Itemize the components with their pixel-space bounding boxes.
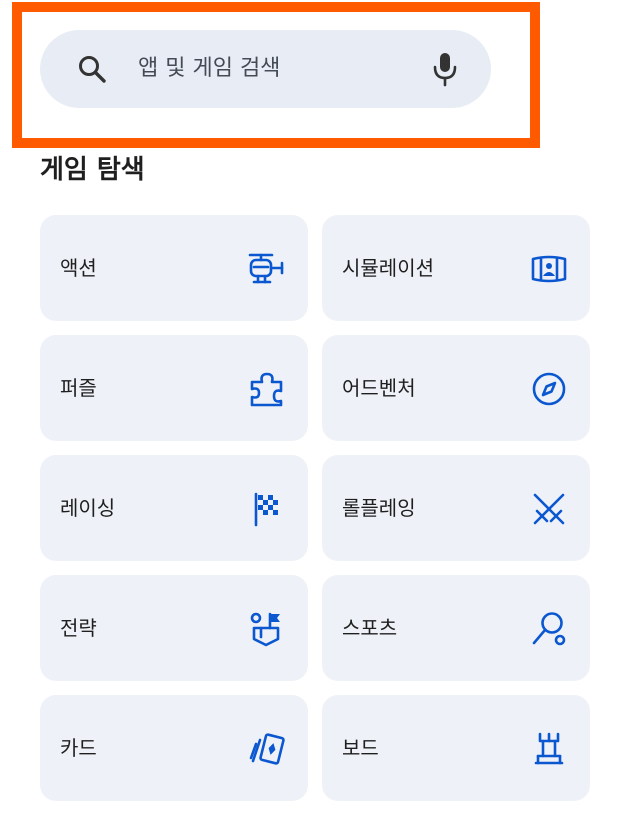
crossed-swords-icon	[533, 493, 565, 525]
racket-icon	[532, 612, 566, 646]
simulator-icon	[531, 255, 567, 283]
category-label: 어드벤처	[342, 376, 416, 400]
category-tile-board[interactable]: 보드	[322, 695, 590, 801]
category-label: 카드	[60, 736, 97, 760]
checkered-flag-icon	[254, 492, 278, 527]
cards-icon	[249, 733, 285, 765]
category-label: 보드	[342, 736, 379, 760]
category-tile-roleplaying[interactable]: 롤플레잉	[322, 455, 590, 561]
category-label: 액션	[60, 256, 97, 280]
search-input[interactable]: 앱 및 게임 검색	[138, 54, 280, 84]
search-icon[interactable]	[76, 53, 108, 85]
category-grid: 액션 시뮬레이션 퍼즐 어드벤처 레이싱 롤플레잉 전략 스포츠 카드 보드	[40, 215, 590, 801]
category-label: 롤플레잉	[342, 496, 416, 520]
category-label: 시뮬레이션	[342, 256, 434, 280]
compass-icon	[532, 372, 566, 406]
category-tile-action[interactable]: 액션	[40, 215, 308, 321]
category-label: 스포츠	[342, 616, 398, 640]
strategy-icon	[250, 612, 280, 647]
mic-icon[interactable]	[432, 51, 458, 87]
puzzle-icon	[250, 372, 283, 407]
category-label: 퍼즐	[60, 376, 97, 400]
category-label: 레이싱	[60, 496, 116, 520]
chess-piece-icon	[534, 732, 564, 765]
category-tile-puzzle[interactable]: 퍼즐	[40, 335, 308, 441]
category-tile-card[interactable]: 카드	[40, 695, 308, 801]
category-label: 전략	[60, 616, 97, 640]
category-tile-sports[interactable]: 스포츠	[322, 575, 590, 681]
category-tile-racing[interactable]: 레이싱	[40, 455, 308, 561]
category-tile-simulation[interactable]: 시뮬레이션	[322, 215, 590, 321]
search-bar[interactable]: 앱 및 게임 검색	[40, 30, 491, 108]
helicopter-icon	[248, 253, 284, 284]
section-title: 게임 탐색	[40, 155, 145, 185]
category-tile-adventure[interactable]: 어드벤처	[322, 335, 590, 441]
category-tile-strategy[interactable]: 전략	[40, 575, 308, 681]
